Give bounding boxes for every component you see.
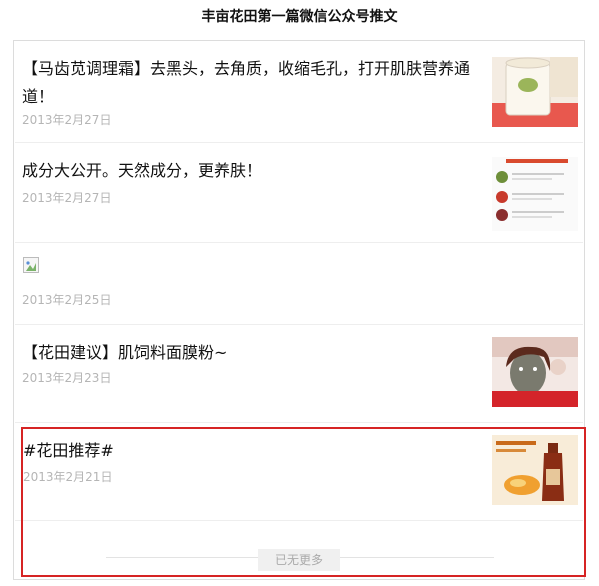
- article-date: 2013年2月27日: [22, 113, 112, 127]
- page-title: 丰亩花田第一篇微信公众号推文: [201, 9, 398, 25]
- article-item[interactable]: 成分大公开。天然成分，更养肤！ 2013年2月27日: [15, 143, 583, 243]
- article-title[interactable]: 成分大公开。天然成分，更养肤！: [22, 157, 472, 185]
- cream-jar-thumbnail[interactable]: [492, 57, 578, 127]
- face-mask-thumbnail[interactable]: [492, 337, 578, 407]
- ingredients-thumbnail[interactable]: [492, 157, 578, 231]
- no-more-button[interactable]: 已无更多: [258, 549, 340, 571]
- article-date: 2013年2月25日: [22, 293, 112, 307]
- article-title[interactable]: 【花田建议】肌饲料面膜粉~: [22, 339, 472, 367]
- article-item[interactable]: 【花田建议】肌饲料面膜粉~ 2013年2月23日: [15, 325, 583, 423]
- article-date: 2013年2月27日: [22, 191, 112, 205]
- article-date: 2013年2月23日: [22, 371, 112, 385]
- article-title[interactable]: 【马齿苋调理霜】去黑头，去角质，收缩毛孔，打开肌肤营养通道！: [22, 55, 472, 111]
- article-item[interactable]: 2013年2月25日: [15, 243, 583, 325]
- article-item[interactable]: 【马齿苋调理霜】去黑头，去角质，收缩毛孔，打开肌肤营养通道！ 2013年2月27…: [15, 41, 583, 143]
- broken-image-icon[interactable]: [23, 257, 39, 273]
